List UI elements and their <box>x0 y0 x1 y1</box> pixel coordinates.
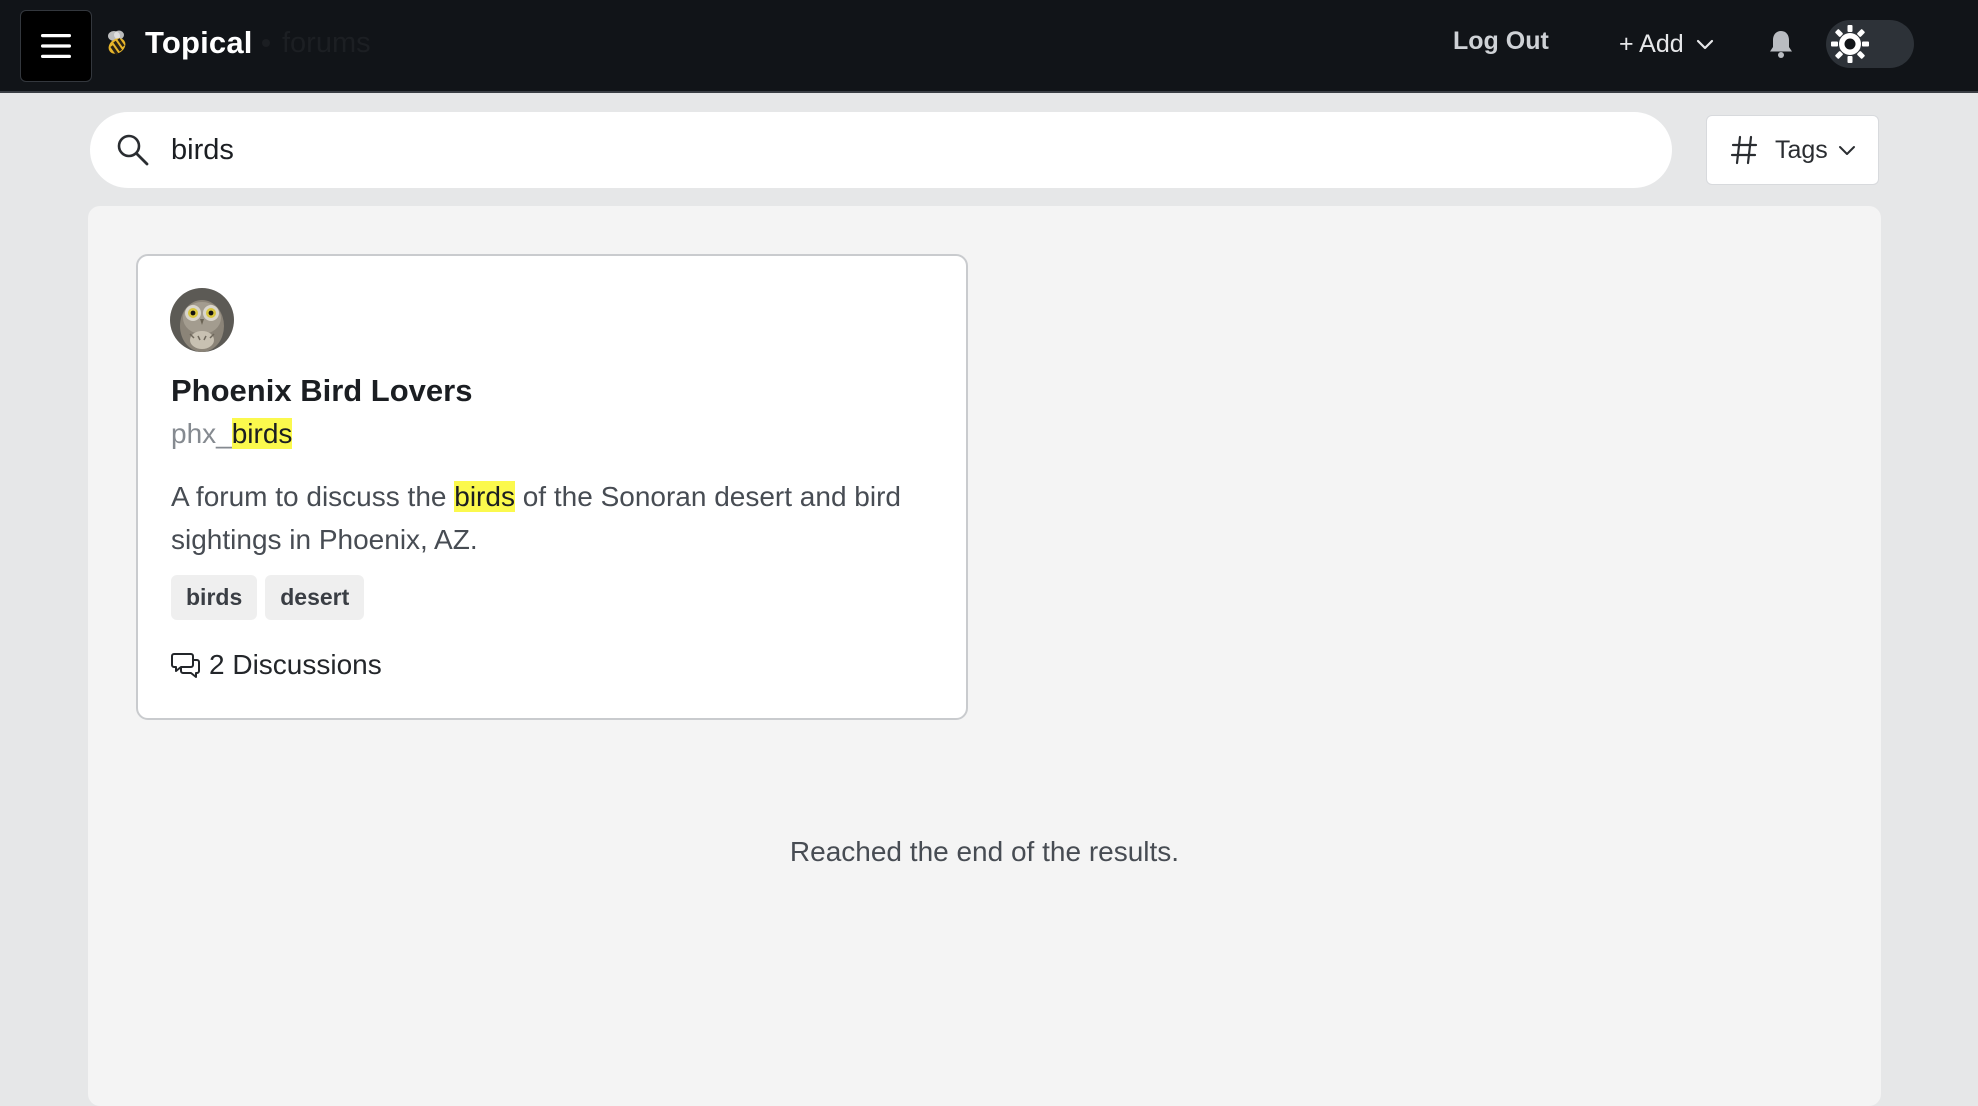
chevron-down-icon <box>1838 146 1855 155</box>
chevron-down-icon <box>1696 39 1713 50</box>
tag-chip[interactable]: desert <box>265 575 365 620</box>
section-name[interactable]: forums <box>282 27 371 60</box>
tags-label: Tags <box>1775 135 1828 164</box>
menu-button[interactable] <box>20 10 92 82</box>
theme-toggle[interactable] <box>1826 20 1914 68</box>
discussion-count-label: 2 Discussions <box>209 649 382 680</box>
chat-bubbles-icon <box>171 653 200 678</box>
forum-result-card[interactable]: Phoenix Bird Lovers phx_birds A forum to… <box>136 254 968 720</box>
tags-filter-button[interactable]: Tags <box>1706 115 1879 185</box>
top-navigation-bar: Topical forums Log Out + Add <box>0 0 1978 93</box>
forum-handle-prefix: phx_ <box>171 418 232 449</box>
hash-icon <box>1730 135 1758 165</box>
forum-description-start: A forum to discuss the <box>171 481 455 512</box>
add-button[interactable]: + Add <box>1619 26 1714 62</box>
add-button-label: + Add <box>1619 29 1684 58</box>
owl-avatar <box>170 288 234 352</box>
forum-handle: phx_birds <box>171 418 293 450</box>
logout-button[interactable]: Log Out <box>1453 27 1549 56</box>
hamburger-icon <box>41 34 71 58</box>
discussion-count: 2 Discussions <box>171 649 382 681</box>
end-of-results-message: Reached the end of the results. <box>789 836 1180 867</box>
brand-separator-dot <box>262 39 270 47</box>
search-bar[interactable] <box>90 112 1672 188</box>
bell-icon[interactable] <box>1766 28 1796 60</box>
forum-tags: birds desert <box>171 575 365 620</box>
search-input[interactable] <box>171 133 1571 167</box>
bee-icon <box>108 30 126 56</box>
brand-name[interactable]: Topical <box>145 25 253 61</box>
forum-description: A forum to discuss the birds of the Sono… <box>171 475 931 561</box>
sun-icon <box>1831 25 1869 63</box>
search-icon <box>117 134 149 166</box>
tag-chip[interactable]: birds <box>171 575 258 620</box>
search-match-highlight: birds <box>454 481 515 512</box>
search-match-highlight: birds <box>231 418 293 449</box>
forum-title[interactable]: Phoenix Bird Lovers <box>171 373 472 409</box>
